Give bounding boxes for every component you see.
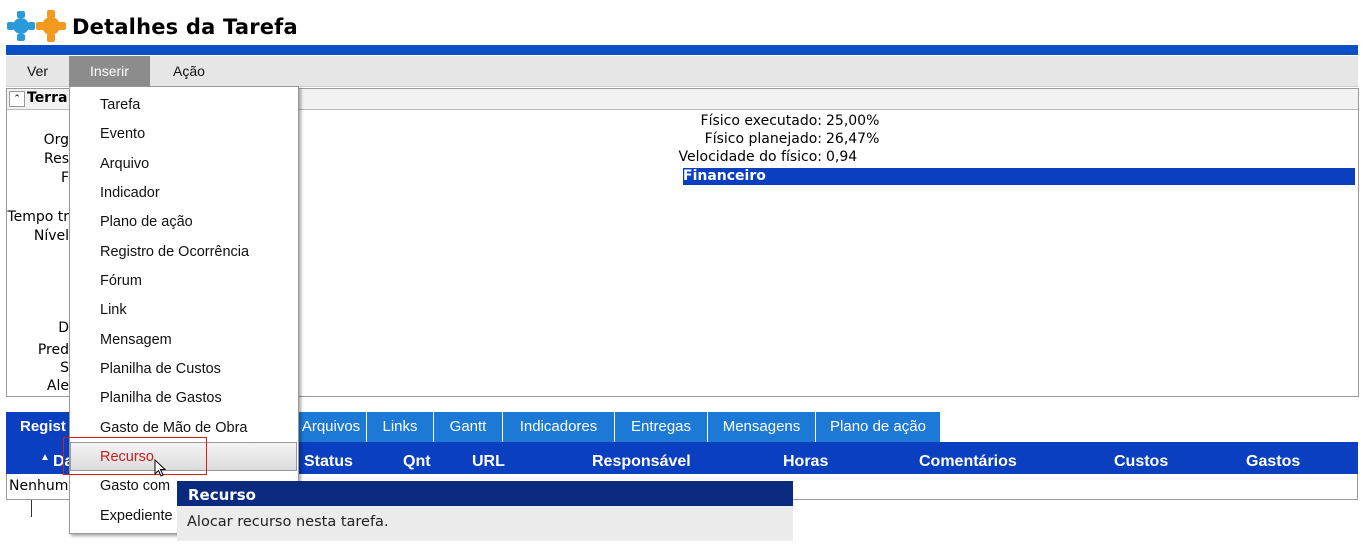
field-label: Pred bbox=[37, 342, 69, 358]
menu-acao[interactable]: Ação bbox=[150, 56, 228, 86]
dropdown-item-arquivo[interactable]: Arquivo bbox=[100, 151, 149, 177]
column-header[interactable]: Responsável bbox=[592, 446, 691, 474]
text-caret bbox=[31, 500, 32, 517]
empty-message: Nenhum bbox=[9, 478, 69, 494]
dropdown-item-evento[interactable]: Evento bbox=[100, 121, 145, 147]
page-title: Detalhes da Tarefa bbox=[72, 15, 298, 39]
field-label: S bbox=[60, 360, 69, 376]
field-label: Nível bbox=[33, 228, 69, 244]
tab-indicadores[interactable]: Indicadores bbox=[503, 412, 615, 442]
column-header[interactable]: Gastos bbox=[1246, 446, 1300, 474]
financeiro-section-bar: Financeiro bbox=[683, 168, 1355, 185]
column-header[interactable]: URL bbox=[472, 446, 505, 474]
sort-asc-icon[interactable]: ▲ bbox=[40, 442, 50, 470]
field-label: F bbox=[60, 170, 69, 186]
dropdown-item-expediente[interactable]: Expediente bbox=[100, 503, 173, 529]
dropdown-item-tarefa[interactable]: Tarefa bbox=[100, 92, 140, 118]
tab-arquivos[interactable]: Arquivos bbox=[296, 412, 367, 442]
stat-fisico-planejado: Físico planejado: 26,47% bbox=[704, 131, 880, 147]
field-label: Org bbox=[43, 132, 69, 148]
field-label: Res bbox=[43, 151, 69, 167]
header-bar bbox=[6, 45, 1358, 55]
dropdown-item-planilha-de-custos[interactable]: Planilha de Custos bbox=[100, 356, 221, 382]
column-header[interactable]: Qnt bbox=[403, 446, 431, 474]
tooltip-text: Alocar recurso nesta tarefa. bbox=[187, 514, 389, 530]
dropdown-item-link[interactable]: Link bbox=[100, 297, 127, 323]
dropdown-item-planilha-de-gastos[interactable]: Planilha de Gastos bbox=[100, 385, 222, 411]
menu-inserir[interactable]: Inserir bbox=[69, 56, 150, 86]
tab-links[interactable]: Links bbox=[367, 412, 434, 442]
menu-bar: Ver Inserir Ação bbox=[6, 56, 1358, 87]
column-header[interactable]: Status bbox=[304, 446, 353, 474]
tab-gantt[interactable]: Gantt bbox=[434, 412, 503, 442]
column-header[interactable]: Comentários bbox=[919, 446, 1017, 474]
dropdown-item-mensagem[interactable]: Mensagem bbox=[100, 327, 172, 353]
tooltip-title: Recurso bbox=[177, 481, 793, 506]
column-header[interactable]: Custos bbox=[1114, 446, 1168, 474]
tab-plano-de-acao[interactable]: Plano de ação bbox=[816, 412, 941, 442]
panel-title: Terra bbox=[27, 90, 68, 106]
inserir-dropdown: Tarefa Evento Arquivo Indicador Plano de… bbox=[63, 86, 299, 534]
field-label: D bbox=[58, 320, 69, 336]
dropdown-item-forum[interactable]: Fórum bbox=[100, 268, 142, 294]
tab-entregas[interactable]: Entregas bbox=[615, 412, 708, 442]
stat-velocidade-fisico: Velocidade do físico: 0,94 bbox=[678, 149, 858, 165]
dropdown-item-indicador[interactable]: Indicador bbox=[100, 180, 160, 206]
field-label: Ale bbox=[46, 378, 69, 394]
collapse-icon[interactable]: ⌃ bbox=[9, 91, 25, 107]
tab-mensagens[interactable]: Mensagens bbox=[708, 412, 816, 442]
dropdown-item-registro-de-ocorrencia[interactable]: Registro de Ocorrência bbox=[100, 239, 249, 265]
mouse-cursor-icon bbox=[154, 458, 168, 479]
field-label: Tempo tr bbox=[7, 209, 69, 225]
selection-outline bbox=[63, 437, 207, 475]
column-header[interactable]: Horas bbox=[783, 446, 828, 474]
app-logo bbox=[6, 8, 70, 44]
stat-fisico-executado: Físico executado: 25,00% bbox=[700, 113, 880, 129]
menu-ver[interactable]: Ver bbox=[6, 56, 69, 86]
dropdown-item-plano-de-acao[interactable]: Plano de ação bbox=[100, 209, 193, 235]
tooltip: Recurso Alocar recurso nesta tarefa. bbox=[177, 481, 793, 541]
